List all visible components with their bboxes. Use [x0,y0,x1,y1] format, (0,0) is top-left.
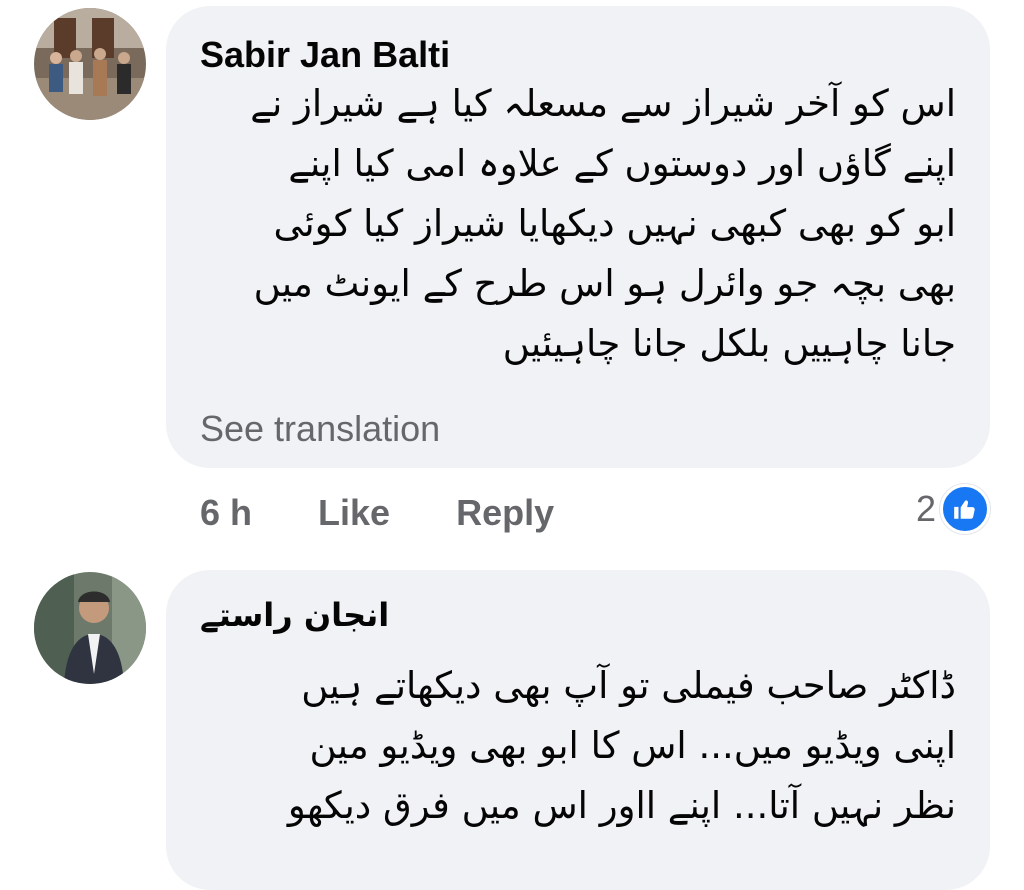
reaction-count: 2 [915,488,936,529]
comment-2: انجان راستے ڈاکٹر صاحب فیملی تو آپ بھی د… [0,560,1024,890]
comment-line: ابو کو بھی کبھی نہیں دیکھایا شیراز کیا ک… [273,202,956,245]
comment-text: اس کو آخر شیراز سے مسعلہ کیا ہے شیراز نے… [250,74,956,374]
comment-text: ڈاکٹر صاحب فیملی تو آپ بھی دیکھاتے ہیں ا… [288,656,956,836]
comment-line: اپنی ویڈیو میں... اس کا ابو بھی ویڈیو می… [309,724,956,767]
comment-actions: 6 h Like Reply [200,490,610,534]
comment-bubble: انجان راستے ڈاکٹر صاحب فیملی تو آپ بھی د… [166,570,990,890]
comment-line: نظر نہیں آتا... اپنے ااور اس میں فرق دیک… [287,784,956,827]
avatar[interactable] [34,8,146,120]
comment-line: اپنے گاؤں اور دوستوں کے علاوہ امی کیا اپ… [288,142,956,185]
comment-line: اس کو آخر شیراز سے مسعلہ کیا ہے شیراز نے [250,82,956,125]
reply-button[interactable]: Reply [456,492,554,534]
thumbs-up-icon [940,484,990,534]
avatar-photo-group [34,8,146,120]
avatar-photo-portrait [34,572,146,684]
comment-line: ڈاکٹر صاحب فیملی تو آپ بھی دیکھاتے ہیں [301,664,956,707]
comment-1: Sabir Jan Balti اس کو آخر شیراز سے مسعلہ… [0,0,1024,560]
avatar[interactable] [34,572,146,684]
reaction-summary[interactable]: 2 [916,484,990,534]
comment-author[interactable]: انجان راستے [200,596,389,634]
comment-bubble: Sabir Jan Balti اس کو آخر شیراز سے مسعلہ… [166,6,990,468]
comment-line: بھی بچہ جو وائرل ہو اس طرح کے ایونٹ میں [253,262,956,305]
comment-author[interactable]: Sabir Jan Balti [200,34,450,76]
comment-line: جانا چاہییں بلکل جانا چاہیئیں [502,322,956,365]
comment-timestamp[interactable]: 6 h [200,492,252,534]
see-translation-link[interactable]: See translation [200,408,440,450]
like-button[interactable]: Like [318,492,390,534]
